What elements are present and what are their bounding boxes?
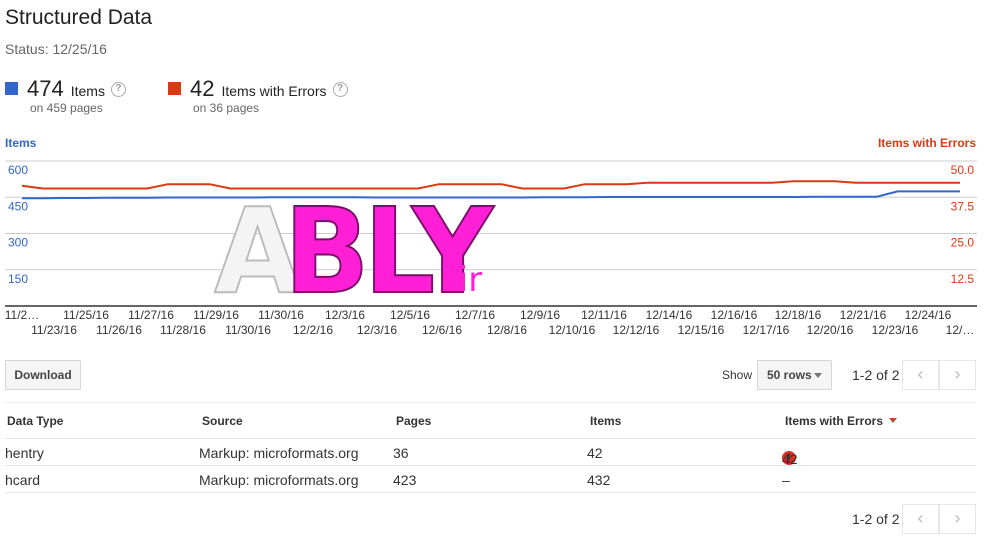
col-errors-label: Items with Errors (785, 414, 884, 428)
x-tick-label: 12/2/16 (293, 323, 333, 337)
pager-text-bottom: 1-2 of 2 (852, 511, 900, 527)
x-tick-label: 11/28/16 (160, 323, 206, 337)
watermark-ir: .ir (448, 260, 483, 300)
x-tick-label: 11/27/16 (128, 308, 174, 322)
errors-swatch (168, 82, 181, 95)
x-tick-label: 11/30/16 (225, 323, 271, 337)
items-count: 474 (27, 76, 64, 101)
help-icon[interactable]: ? (110, 82, 126, 97)
left-tick-label: 150 (8, 272, 28, 286)
x-tick-label: 12/14/16 (646, 308, 693, 322)
legend-items[interactable]: 474 Items ? on 459 pages (5, 76, 126, 115)
right-axis-title: Items with Errors (877, 136, 976, 150)
x-tick-label: 12/17/16 (743, 323, 790, 337)
page-title: Structured Data (5, 6, 153, 29)
right-tick-label: 25.0 (951, 236, 975, 250)
x-tick-label: 12/20/16 (807, 323, 854, 337)
errors-count: 42 (190, 76, 215, 101)
x-tick-label: 12/3/16 (357, 323, 397, 337)
x-tick-label: 12/23/16 (872, 323, 919, 337)
line-chart: 600 450 300 150 50.0 37.5 25.0 12.5 11/2… 11/25/1… (5, 160, 977, 337)
chevron-down-icon (814, 373, 822, 378)
cell-type: hcard (5, 472, 41, 488)
x-tick-label: 11/25/16 (63, 308, 109, 322)
cell-errors: – (782, 472, 790, 488)
next-page-button[interactable]: › (939, 360, 976, 390)
errors-label: Items with Errors (221, 83, 327, 99)
col-items-with-errors[interactable]: Items with Errors (785, 414, 898, 428)
x-tick-label: 12/8/16 (487, 323, 527, 337)
table-row[interactable]: hcard Markup: microformats.org 423 432 – (5, 466, 976, 493)
data-table: Data Type Source Pages Items Items with … (5, 402, 976, 493)
right-tick-label: 50.0 (951, 163, 975, 177)
x-tick-label: 12/6/16 (422, 323, 462, 337)
cell-pages: 423 (393, 472, 417, 488)
col-items[interactable]: Items (590, 414, 621, 428)
left-tick-label: 600 (8, 163, 28, 177)
status-text: Status: 12/25/16 (5, 41, 107, 57)
x-tick-label: 12/18/16 (775, 308, 822, 322)
col-source[interactable]: Source (202, 414, 243, 428)
left-axis-title: Items (5, 136, 37, 150)
x-tick-label: 12/12/16 (613, 323, 660, 337)
left-tick-label: 300 (8, 236, 28, 250)
left-tick-label: 450 (8, 199, 28, 213)
col-pages[interactable]: Pages (396, 414, 431, 428)
x-tick-label: 12/11/16 (581, 308, 627, 322)
items-pages: on 459 pages (30, 101, 103, 115)
pager-text-top: 1-2 of 2 (852, 367, 900, 383)
items-label: Items (70, 83, 105, 99)
table-row[interactable]: hentry Markup: microformats.org 36 42 ! 4… (5, 439, 976, 467)
x-tick-label: 11/26/16 (96, 323, 142, 337)
table-header: Data Type Source Pages Items Items with … (5, 402, 976, 439)
cell-errors-value: 42 (782, 451, 798, 467)
help-icon[interactable]: ? (332, 82, 348, 97)
series-line-errors (21, 180, 960, 190)
rows-select[interactable]: 50 rows (757, 360, 832, 390)
series-line-items (22, 190, 960, 200)
x-tick-label: 12/15/16 (678, 323, 725, 337)
prev-page-button[interactable]: ‹ (902, 504, 939, 534)
cell-source: Markup: microformats.org (199, 472, 359, 488)
x-tick-label: 12/… (946, 323, 975, 337)
legend-errors[interactable]: 42 Items with Errors ? on 36 pages (168, 76, 348, 115)
x-tick-label: 11/23/16 (31, 323, 77, 337)
x-tick-label: 11/2… (5, 308, 39, 322)
cell-pages: 36 (393, 445, 409, 461)
items-swatch (5, 82, 18, 95)
col-data-type[interactable]: Data Type (7, 414, 63, 428)
errors-pages: on 36 pages (193, 101, 260, 115)
show-label: Show (722, 368, 753, 382)
x-tick-label: 12/9/16 (520, 308, 560, 322)
download-button[interactable]: Download (5, 360, 81, 390)
next-page-button[interactable]: › (939, 504, 976, 534)
cell-items: 42 (587, 445, 603, 461)
x-tick-label: 12/21/16 (840, 308, 887, 322)
x-tick-label: 12/16/16 (711, 308, 758, 322)
right-tick-label: 12.5 (951, 272, 975, 286)
rows-select-value: 50 rows (767, 368, 812, 382)
x-tick-label: 12/10/16 (549, 323, 596, 337)
cell-items: 432 (587, 472, 611, 488)
sort-desc-icon (889, 418, 898, 423)
cell-source: Markup: microformats.org (199, 445, 359, 461)
right-tick-label: 37.5 (951, 199, 975, 213)
cell-type: hentry (5, 445, 44, 461)
prev-page-button[interactable]: ‹ (902, 360, 939, 390)
x-tick-label: 12/24/16 (905, 308, 952, 322)
